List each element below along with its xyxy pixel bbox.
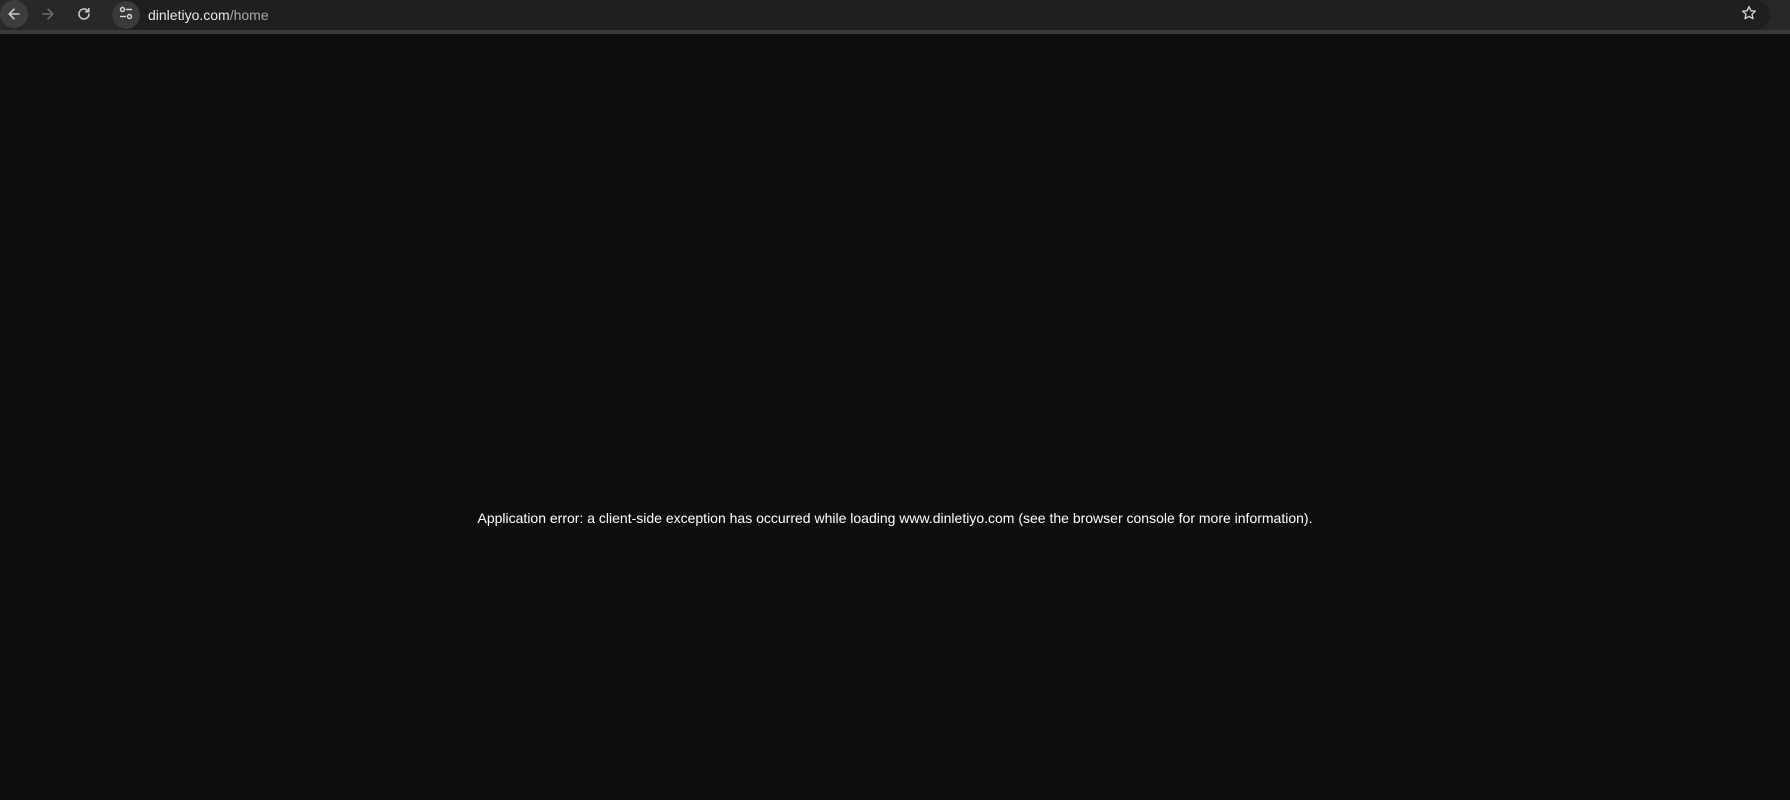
forward-button[interactable] xyxy=(34,0,62,28)
star-icon xyxy=(1741,5,1757,26)
browser-toolbar-bar: dinletiyo.com/home xyxy=(0,0,1790,30)
application-error-message: Application error: a client-side excepti… xyxy=(477,510,1313,526)
tune-icon xyxy=(118,5,134,26)
page-content: Application error: a client-side excepti… xyxy=(0,34,1790,800)
address-bar[interactable]: dinletiyo.com/home xyxy=(112,0,1770,30)
back-button[interactable] xyxy=(0,0,28,28)
url-host: dinletiyo.com xyxy=(148,7,230,23)
arrow-right-icon xyxy=(40,6,56,22)
arrow-left-icon xyxy=(6,6,22,22)
url-path: /home xyxy=(229,7,269,23)
browser-toolbar: dinletiyo.com/home xyxy=(0,0,1790,34)
reload-icon xyxy=(76,6,92,22)
url-text[interactable]: dinletiyo.com/home xyxy=(148,0,269,30)
site-info-button[interactable] xyxy=(112,1,140,29)
reload-button[interactable] xyxy=(70,0,98,28)
bookmark-button[interactable] xyxy=(1738,4,1760,26)
